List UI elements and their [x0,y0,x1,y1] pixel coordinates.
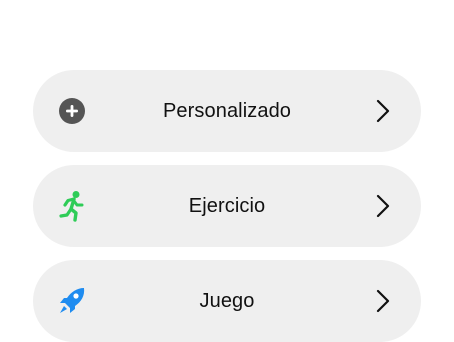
rocket-icon [55,284,89,318]
row-label-ejercicio: Ejercicio [188,194,266,217]
running-figure-icon [55,189,89,223]
options-list: Personalizado Ejercicio Juego [33,70,421,342]
chevron-right-icon [375,193,391,219]
plus-circle-icon [55,94,89,128]
row-juego[interactable]: Juego [33,260,421,342]
row-ejercicio[interactable]: Ejercicio [33,165,421,247]
row-label-juego: Juego [199,289,255,312]
row-personalizado[interactable]: Personalizado [33,70,421,152]
row-label-personalizado: Personalizado [162,99,292,122]
chevron-right-icon [375,98,391,124]
chevron-right-icon [375,288,391,314]
